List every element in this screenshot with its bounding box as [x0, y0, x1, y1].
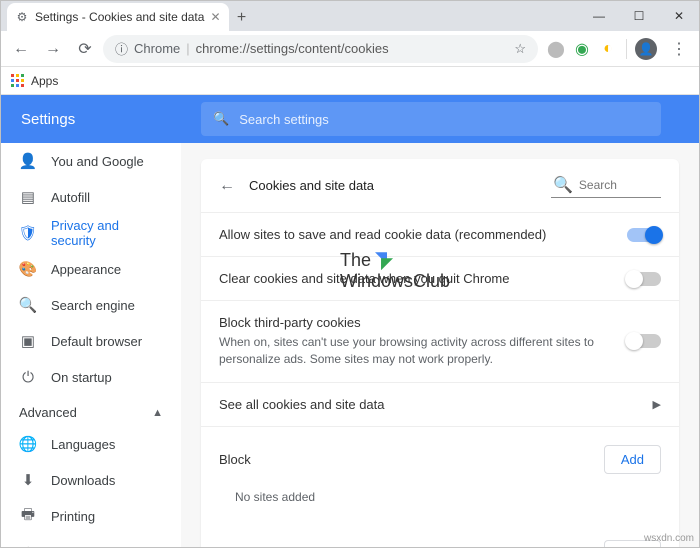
sidebar-item-languages[interactable]: 🌐Languages [1, 426, 181, 462]
section-block-label: Block [219, 452, 251, 467]
close-tab-icon[interactable]: ✕ [210, 10, 220, 24]
toggle-allow-cookies[interactable] [627, 228, 661, 242]
shield-icon: 🛡 [19, 224, 37, 242]
search-icon: 🔍 [19, 296, 37, 314]
back-button[interactable]: ← [7, 35, 35, 63]
new-tab-button[interactable]: + [229, 5, 255, 31]
search-icon: 🔍 [213, 111, 229, 127]
row-block-third-party[interactable]: Block third-party cookies When on, sites… [201, 301, 679, 383]
reload-button[interactable]: ⟳ [71, 35, 99, 63]
globe-icon: 🌐 [19, 435, 37, 453]
extension-icon[interactable]: ◉ [572, 39, 592, 59]
browser-icon: ▣ [19, 332, 37, 350]
sidebar-item-accessibility[interactable]: ✦Accessibility [1, 534, 181, 547]
download-icon: ⬇ [19, 471, 37, 489]
accessibility-icon: ✦ [19, 543, 37, 547]
palette-icon: 🎨 [19, 260, 37, 278]
chevron-right-icon: ▶ [653, 398, 661, 411]
browser-tab[interactable]: ⚙ Settings - Cookies and site data ✕ [7, 3, 229, 31]
gear-icon: ⚙ [15, 10, 29, 24]
title-bar: ⚙ Settings - Cookies and site data ✕ + —… [1, 1, 699, 31]
toggle-block-third-party[interactable] [627, 334, 661, 348]
extension-icon[interactable]: ◐ [598, 39, 618, 59]
power-icon: ⏻ [19, 369, 37, 386]
row-see-all-cookies[interactable]: See all cookies and site data ▶ [201, 383, 679, 427]
sidebar-item-default-browser[interactable]: ▣Default browser [1, 323, 181, 359]
toggle-clear-on-quit[interactable] [627, 272, 661, 286]
browser-toolbar: ← → ⟳ ⓘ Chrome | chrome://settings/conte… [1, 31, 699, 67]
row-clear-on-quit[interactable]: Clear cookies and site data when you qui… [201, 257, 679, 301]
menu-button[interactable]: ⋮ [665, 35, 693, 63]
cookies-card: ← Cookies and site data 🔍 Allow sites to… [201, 159, 679, 547]
sidebar-item-autofill[interactable]: ▤Autofill [1, 179, 181, 215]
settings-search-input[interactable] [239, 112, 649, 127]
add-block-button[interactable]: Add [604, 445, 661, 474]
url-scheme: Chrome [134, 41, 180, 56]
sidebar-item-downloads[interactable]: ⬇Downloads [1, 462, 181, 498]
apps-icon[interactable] [11, 74, 25, 88]
profile-avatar[interactable]: 👤 [635, 38, 657, 60]
settings-sidebar: 👤You and Google ▤Autofill 🛡Privacy and s… [1, 143, 181, 547]
site-info-icon[interactable]: ⓘ [115, 39, 128, 58]
page-search[interactable]: 🔍 [551, 173, 661, 198]
minimize-button[interactable]: — [579, 1, 619, 31]
settings-search[interactable]: 🔍 [201, 102, 661, 136]
apps-label[interactable]: Apps [31, 74, 58, 88]
person-icon: 👤 [19, 152, 37, 170]
source-tag: wsxdn.com [644, 533, 694, 544]
sidebar-item-printing[interactable]: 🖶Printing [1, 498, 181, 534]
search-icon: 🔍 [553, 175, 573, 195]
sidebar-item-search-engine[interactable]: 🔍Search engine [1, 287, 181, 323]
block-empty-text: No sites added [201, 482, 679, 522]
close-window-button[interactable]: ✕ [659, 1, 699, 31]
forward-button[interactable]: → [39, 35, 67, 63]
sidebar-item-you-and-google[interactable]: 👤You and Google [1, 143, 181, 179]
printer-icon: 🖶 [19, 504, 37, 529]
chevron-up-icon: ▲ [152, 407, 163, 419]
tab-title: Settings - Cookies and site data [35, 10, 204, 24]
autofill-icon: ▤ [19, 188, 37, 206]
page-search-input[interactable] [579, 178, 649, 192]
bookmark-star-icon[interactable]: ☆ [514, 41, 526, 57]
sidebar-item-on-startup[interactable]: ⏻On startup [1, 359, 181, 395]
address-bar[interactable]: ⓘ Chrome | chrome://settings/content/coo… [103, 35, 538, 63]
settings-title: Settings [1, 111, 181, 128]
settings-header: Settings 🔍 [1, 95, 699, 143]
page-title: Cookies and site data [249, 178, 374, 193]
row-allow-cookies[interactable]: Allow sites to save and read cookie data… [201, 213, 679, 257]
maximize-button[interactable]: ☐ [619, 1, 659, 31]
sidebar-advanced-toggle[interactable]: Advanced▲ [1, 395, 181, 426]
extension-icon[interactable]: ⬤ [546, 39, 566, 59]
back-arrow-button[interactable]: ← [219, 177, 235, 195]
sidebar-item-appearance[interactable]: 🎨Appearance [1, 251, 181, 287]
settings-main-panel: ← Cookies and site data 🔍 Allow sites to… [181, 143, 699, 547]
sidebar-item-privacy[interactable]: 🛡Privacy and security [1, 215, 181, 251]
bookmarks-bar: Apps [1, 67, 699, 95]
url-text: chrome://settings/content/cookies [196, 41, 389, 56]
